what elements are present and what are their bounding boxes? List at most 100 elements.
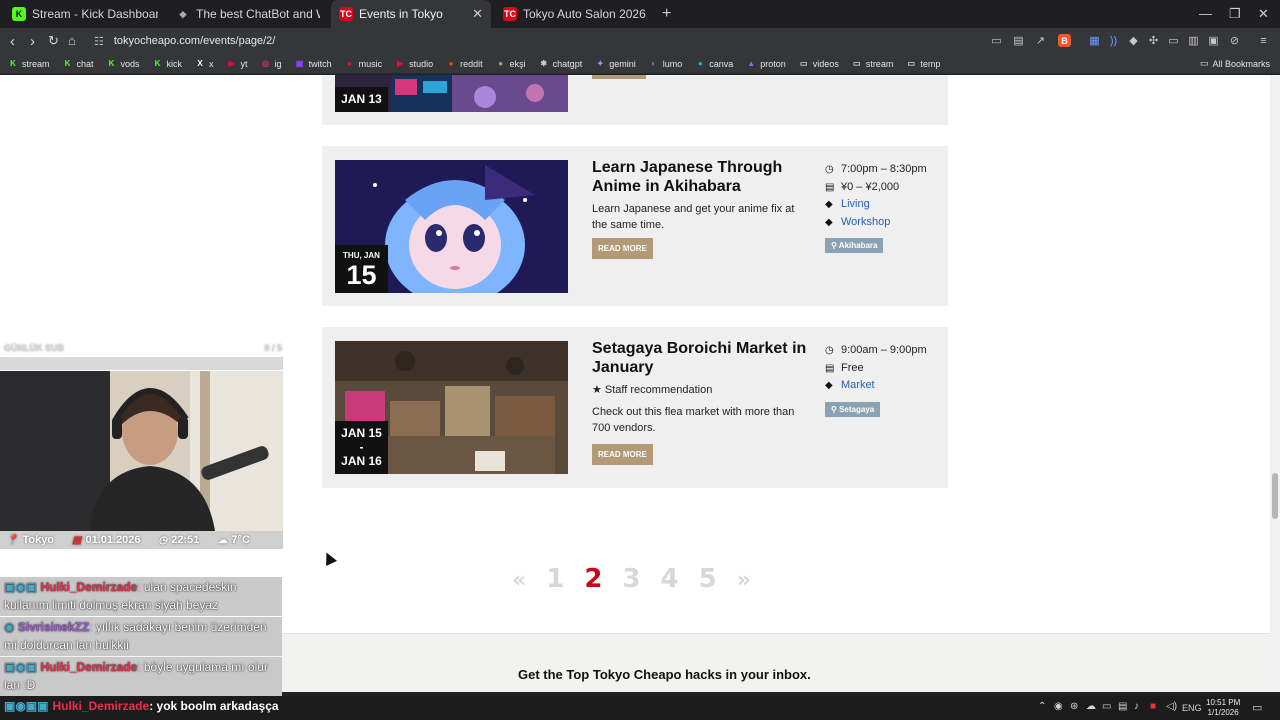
bookmark-lumo[interactable]: ◐ lumo <box>649 58 683 69</box>
notifications-icon[interactable]: ▭ <box>1252 701 1262 714</box>
event-title[interactable]: Learn Japanese Through Anime in Akihabar… <box>592 158 812 196</box>
kick-icon: K <box>10 59 16 68</box>
bookmark-temp-folder[interactable]: ▭ temp <box>906 59 941 69</box>
bookmark-videos-folder[interactable]: ▭ videos <box>799 59 839 69</box>
all-bookmarks-folder[interactable]: ▭ All Bookmarks <box>1200 58 1270 69</box>
bookmark-x[interactable]: Xx <box>195 59 213 69</box>
bookmark-gemini[interactable]: ✦ gemini <box>595 59 636 69</box>
forward-icon[interactable]: › <box>30 33 35 50</box>
bookmark-stream[interactable]: Kstream <box>8 59 49 69</box>
page-link-1[interactable]: 1 <box>546 564 564 594</box>
tag-market-link[interactable]: Market <box>841 379 875 391</box>
scrollbar-thumb[interactable] <box>1272 473 1278 519</box>
home-icon[interactable]: ⌂ <box>68 33 76 48</box>
reader-icon[interactable]: ▤ <box>1012 34 1025 47</box>
bookmark-proton[interactable]: ▲ proton <box>746 59 786 69</box>
location-badge[interactable]: ⚲ Akihabara <box>825 238 884 253</box>
event-image[interactable]: THU, JAN 15 <box>335 160 568 293</box>
bookmark-chat[interactable]: Kchat <box>63 59 94 69</box>
bookmark-canva[interactable]: ● canva <box>695 59 733 69</box>
new-tab-icon[interactable]: + <box>662 5 671 23</box>
close-window-icon[interactable]: ✕ <box>1258 6 1269 22</box>
event-tag[interactable]: ◆ Market <box>825 379 875 391</box>
next-page-link[interactable]: » <box>737 568 751 593</box>
menu-icon[interactable]: ≡ <box>1257 34 1270 47</box>
discord-icon[interactable]: ◉ <box>1054 701 1063 712</box>
extension-icon[interactable]: ▦ <box>1088 34 1101 47</box>
bookmark-chatgpt[interactable]: ✱ chatgpt <box>539 59 582 69</box>
weather: ☁ 7°C <box>217 534 249 546</box>
proton-extension-icon[interactable]: ◆ <box>1127 34 1140 47</box>
page-scrollbar[interactable] <box>1270 75 1280 692</box>
tab-tokyo-auto-salon[interactable]: TC Tokyo Auto Salon 2026, Jan 9–Jan 11 <box>495 0 655 28</box>
network-tray-icon[interactable]: ▤ <box>1118 701 1127 712</box>
bookmarks-panel-icon[interactable]: ▥ <box>1187 34 1200 47</box>
read-more-button[interactable]: READ MORE <box>592 238 653 259</box>
bookmark-vods[interactable]: Kvods <box>107 59 140 69</box>
page-link-5[interactable]: 5 <box>699 564 717 594</box>
bookmark-music[interactable]: ● music <box>345 59 382 69</box>
page-link-4[interactable]: 4 <box>661 564 679 594</box>
bookmark-eki[interactable]: ● ekşi <box>496 59 525 69</box>
address-bar[interactable]: ☷ tokyocheapo.com/events/page/2/ <box>88 30 1078 52</box>
cast-icon[interactable]: ▭ <box>990 34 1003 47</box>
prev-page-link[interactable]: « <box>512 568 526 593</box>
sidebar-icon[interactable]: ▭ <box>1167 34 1180 47</box>
bookmark-studio[interactable]: ▶ studio <box>395 59 433 69</box>
restore-icon[interactable]: ❐ <box>1229 6 1241 22</box>
wallet-icon[interactable]: ▣ <box>1207 34 1220 47</box>
close-tab-icon[interactable]: ✕ <box>472 6 483 22</box>
read-more-button[interactable]: READ MORE <box>592 444 653 465</box>
bookmark-label: proton <box>760 58 786 69</box>
bookmark-twitch[interactable]: ▣ twitch <box>295 59 332 69</box>
event-tag[interactable]: ◆ Workshop <box>825 216 890 228</box>
system-clock[interactable]: 10:51 PM 1/1/2026 <box>1206 698 1240 718</box>
chat-username: Hulki_Demirzade <box>52 699 150 713</box>
volume-icon[interactable]: ◁) <box>1166 701 1177 712</box>
bookmark-label: canva <box>709 58 734 69</box>
bookmark-kick[interactable]: Kkick <box>153 59 182 69</box>
event-description: Check out this flea market with more tha… <box>592 406 795 434</box>
tray-chevron-icon[interactable]: ⌃ <box>1038 701 1046 712</box>
minimize-icon[interactable]: — <box>1199 6 1212 21</box>
bookmark-ig[interactable]: ◎ ig <box>261 59 282 69</box>
chat-badges-icon: ▣◉▣ <box>4 660 41 674</box>
bookmark-yt[interactable]: ▶ yt <box>227 59 247 69</box>
event-tag[interactable]: ◆ Living <box>825 198 870 210</box>
bookmark-stream-folder[interactable]: ▭ stream <box>852 59 893 69</box>
back-icon[interactable]: ‹ <box>10 33 15 50</box>
page-link-3[interactable]: 3 <box>622 564 640 594</box>
money-icon: ▤ <box>825 181 835 193</box>
reload-icon[interactable]: ↻ <box>48 33 59 49</box>
url-text[interactable]: tokyocheapo.com/events/page/2/ <box>114 35 275 47</box>
steam-icon[interactable]: ⊛ <box>1070 701 1078 712</box>
display-tray-icon[interactable]: ▭ <box>1102 701 1111 712</box>
bookmark-label: lumo <box>662 58 683 69</box>
audio-extension-icon[interactable]: )) <box>1107 34 1120 47</box>
brave-shield-icon[interactable]: B <box>1058 34 1071 47</box>
share-icon[interactable]: ↗ <box>1034 34 1047 47</box>
mic-icon[interactable]: ♪ <box>1134 701 1139 712</box>
location-badge[interactable]: ⚲ Setagaya <box>825 402 881 417</box>
date-badge: THU, JAN 15 <box>335 245 388 293</box>
bookmark-reddit[interactable]: ● reddit <box>446 59 483 69</box>
record-icon[interactable]: ■ <box>1150 701 1156 712</box>
tab-kick-dashboard[interactable]: K Stream - Kick Dashboard <box>4 0 166 28</box>
lumo-icon: ◐ <box>651 59 657 68</box>
event-image[interactable]: JAN 13 <box>335 75 568 112</box>
event-title[interactable]: Setagaya Boroichi Market in January <box>592 339 812 377</box>
location-text: Setagaya <box>839 405 875 414</box>
link-icon[interactable]: ⊘ <box>1228 34 1241 47</box>
read-more-button[interactable] <box>592 75 646 79</box>
cloud-tray-icon[interactable]: ☁ <box>1086 701 1096 712</box>
event-time: ◷ 7:00pm – 8:30pm <box>825 163 927 175</box>
tag-workshop-link[interactable]: Workshop <box>841 216 890 228</box>
tab-chatbot-widgets[interactable]: ◆ The best ChatBot and Widgets for Ki <box>168 0 328 28</box>
event-image[interactable]: JAN 15 - JAN 16 <box>335 341 568 474</box>
tag-living-link[interactable]: Living <box>841 198 870 210</box>
language-indicator[interactable]: ENG <box>1182 703 1202 713</box>
tab-events-in-tokyo[interactable]: TC Events in Tokyo ✕ <box>331 0 491 28</box>
tab-label: Events in Tokyo <box>359 7 443 21</box>
site-info-icon[interactable]: ☷ <box>94 35 104 48</box>
extensions-puzzle-icon[interactable]: ✣ <box>1147 34 1160 47</box>
